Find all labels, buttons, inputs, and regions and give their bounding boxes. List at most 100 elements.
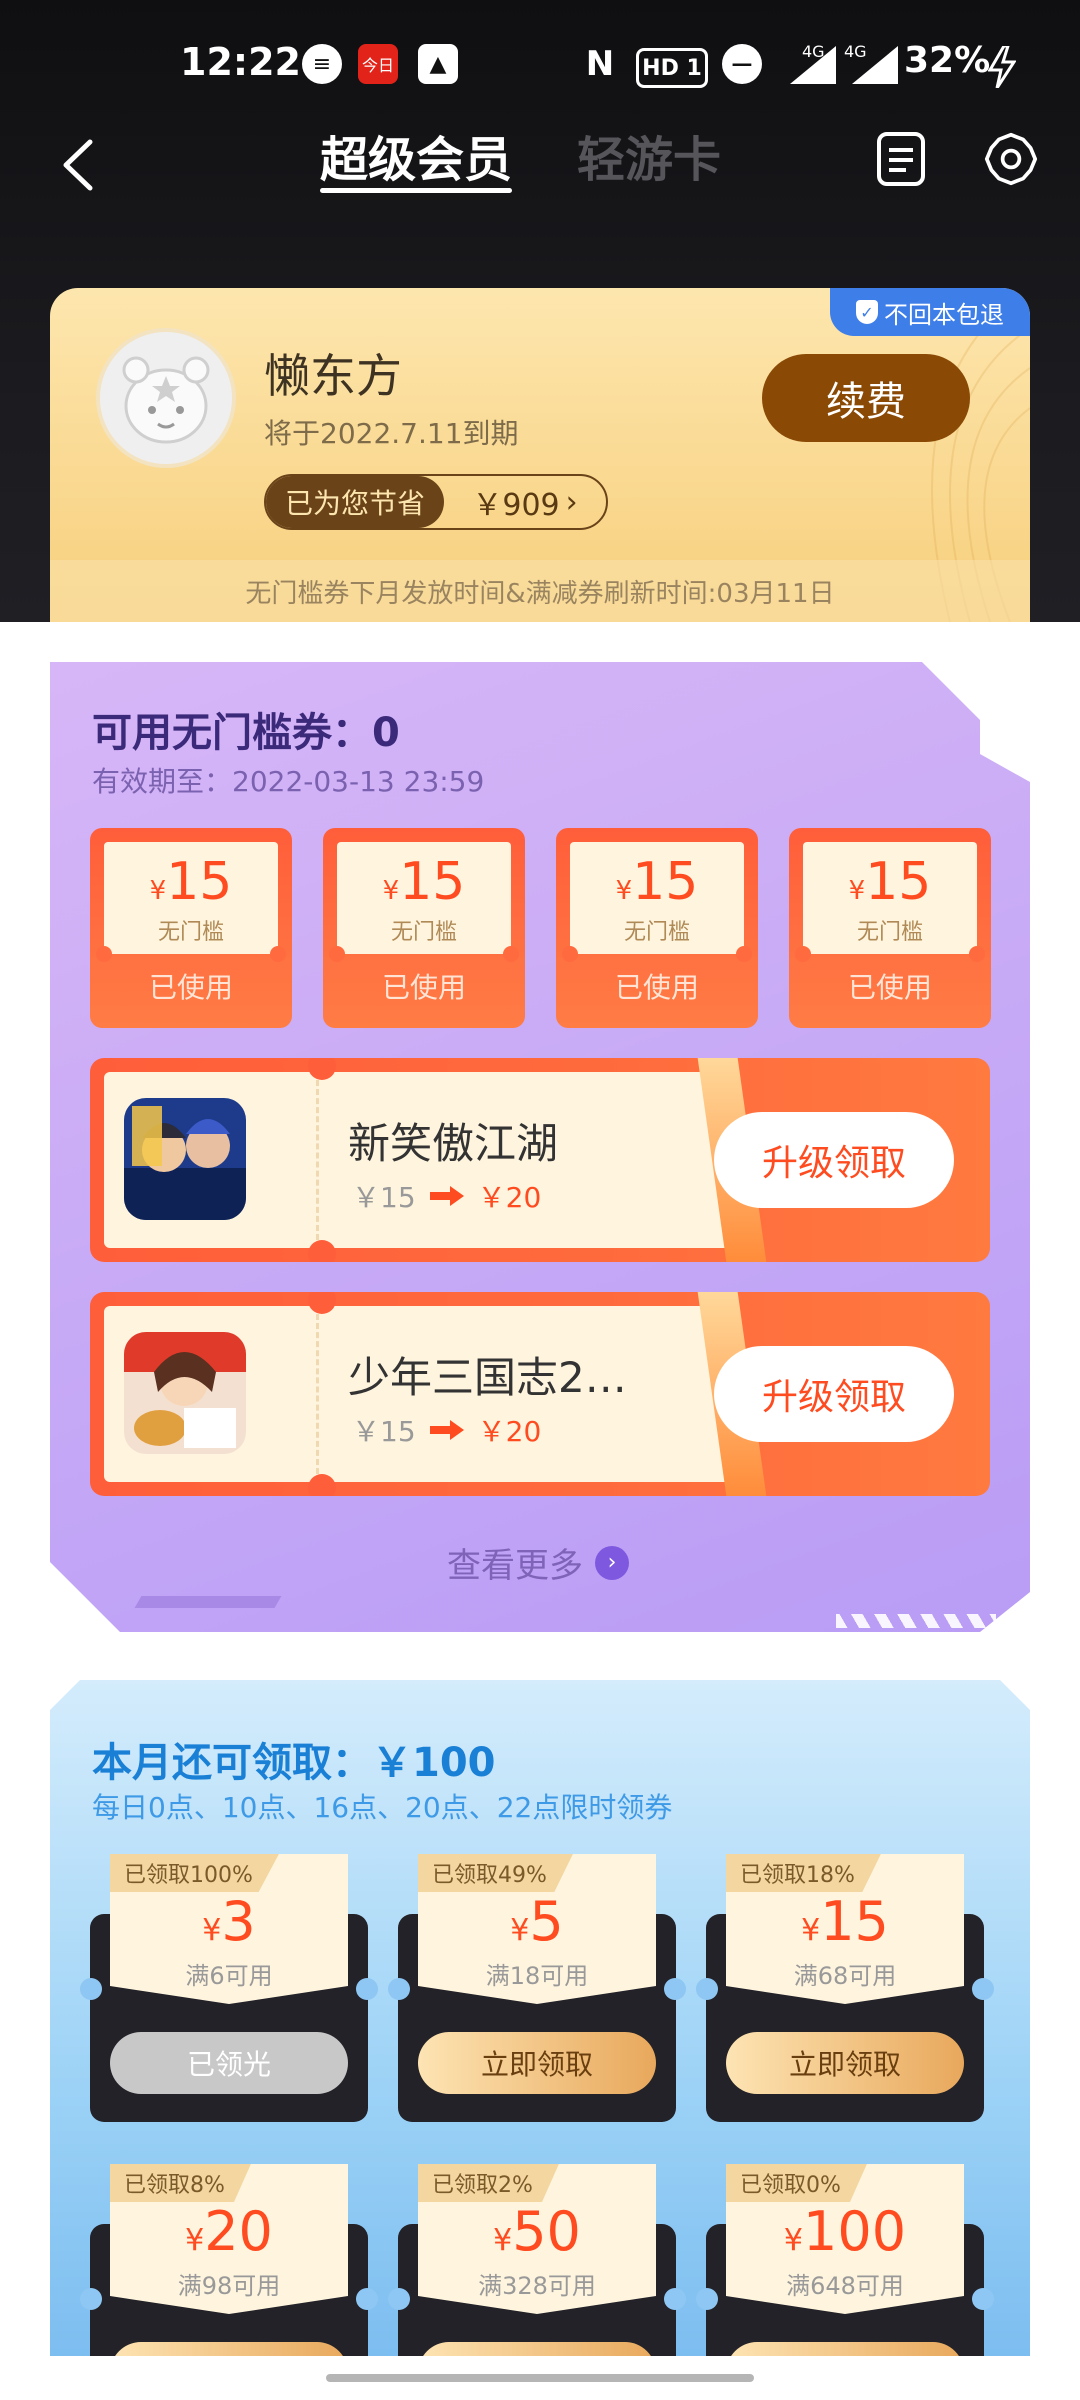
upgrade-claim-button[interactable]: 升级领取 [714, 1346, 954, 1442]
currency-symbol: ¥ [202, 1913, 222, 1948]
avatar-mascot-icon [100, 332, 232, 464]
coupon-status: 已使用 [614, 971, 699, 1004]
coupon-amount: 15 [632, 852, 699, 912]
claim-now-button[interactable]: 立即领取 [418, 2032, 656, 2094]
battery-percentage: 32% [904, 40, 991, 81]
tab-light-game-card[interactable]: 轻游卡 [577, 120, 721, 190]
claim-now-button[interactable]: 立即领取 [726, 2032, 964, 2094]
claimed-percentage-tag: 已领取100% [110, 1854, 279, 1892]
refund-guarantee-badge: ✓ 不回本包退 [830, 288, 1030, 336]
game-icon-sanguo[interactable] [124, 1332, 246, 1454]
coupon-amount: 15 [166, 852, 233, 912]
currency-symbol: ¥ [848, 876, 866, 906]
claimed-percentage-tag: 已领取49% [418, 1854, 573, 1892]
coupon-notch [329, 946, 345, 962]
view-more-label: 查看更多 [447, 1546, 583, 1586]
no-threshold-coupon: ¥15 无门槛 已使用 [90, 828, 292, 1028]
coupon-type-label: 无门槛 [856, 920, 923, 945]
coupon-notch [795, 946, 811, 962]
tab-super-member[interactable]: 超级会员 [320, 120, 512, 190]
coupon-type-label: 无门槛 [157, 920, 224, 945]
coupon-status: 已使用 [847, 971, 932, 1004]
charging-icon [988, 46, 1016, 88]
old-price: ￥15 [352, 1181, 416, 1214]
gesture-navigation-bar[interactable] [326, 2374, 754, 2382]
monthly-schedule-note: 每日0点、10点、16点、20点、22点限时领券 [92, 1791, 673, 1824]
currency-symbol: ¥ [185, 2223, 205, 2258]
badge-text: 不回本包退 [884, 300, 1004, 329]
coupon-status: 已使用 [148, 971, 233, 1004]
currency-symbol: ¥ [615, 876, 633, 906]
refresh-note: 无门槛券下月发放时间&满减券刷新时间:03月11日 [50, 560, 1030, 622]
member-card: ✓ 不回本包退 懒东方 将于2022.7.11到期 已为您节省 ￥909 › 续… [50, 288, 1030, 622]
monthly-remaining-title: 本月还可领取：￥100 [92, 1740, 496, 1786]
panel-decoration-stripes [836, 1614, 996, 1628]
coupon-amount: 15 [865, 852, 932, 912]
coupon-amount: 100 [803, 2200, 907, 2263]
validity-date: 有效期至：2022-03-13 23:59 [92, 765, 485, 798]
chevron-right-icon: › [565, 484, 578, 520]
savings-label: 已为您节省 [266, 476, 444, 528]
currency-symbol: ¥ [149, 876, 167, 906]
currency-symbol: ¥ [783, 2223, 803, 2258]
coupon-condition: 满648可用 [786, 2272, 904, 2300]
game-upgrade-card: 少年三国志2-... ￥15 ￥20 升级领取 [90, 1292, 990, 1496]
panel-decoration [134, 1596, 282, 1608]
new-price: ￥20 [477, 1415, 542, 1448]
shield-check-icon: ✓ [856, 300, 878, 324]
gallery-icon: ▲ [418, 44, 458, 84]
coupon-amount: 3 [221, 1890, 256, 1953]
member-name: 懒东方 [264, 349, 402, 403]
nfc-icon: N [585, 44, 615, 84]
coupon-condition: 满68可用 [793, 1962, 897, 1990]
arrow-right-icon [429, 1186, 464, 1206]
discount-coupon: 已领取18% ¥15 满68可用 立即领取 [696, 1854, 994, 2122]
coupon-notch [736, 946, 752, 962]
claimed-percentage-tag: 已领取0% [726, 2164, 867, 2202]
available-coupon-title: 可用无门槛券：0 [92, 710, 400, 756]
sold-out-button[interactable]: 已领光 [110, 2032, 348, 2094]
currency-symbol: ¥ [801, 1913, 821, 1948]
do-not-disturb-icon: − [722, 44, 762, 84]
message-icon: ≡ [302, 44, 342, 84]
renew-button[interactable]: 续费 [762, 354, 970, 442]
currency-symbol: ¥ [382, 876, 400, 906]
chevron-right-circle-icon: › [595, 1545, 629, 1580]
coupon-amount: 50 [512, 2200, 581, 2263]
back-icon[interactable] [58, 138, 98, 192]
coupon-amount: 15 [399, 852, 466, 912]
no-threshold-coupon: ¥15 无门槛 已使用 [789, 828, 991, 1028]
coupon-notch [562, 946, 578, 962]
savings-value: ￥909 [472, 488, 560, 523]
claimed-percentage-tag: 已领取2% [418, 2164, 559, 2202]
status-time: 12:22 [180, 40, 301, 84]
savings-value-wrap: ￥909 › [444, 476, 606, 528]
document-icon[interactable] [874, 130, 928, 188]
avatar[interactable] [96, 328, 236, 468]
savings-pill[interactable]: 已为您节省 ￥909 › [264, 474, 608, 530]
coupon-notch [96, 946, 112, 962]
coupon-condition: 满328可用 [478, 2272, 596, 2300]
settings-gear-icon[interactable] [984, 130, 1038, 188]
coupon-amount: 15 [820, 1890, 889, 1953]
signal-label-1: 4G [802, 42, 825, 61]
arrow-right-icon [429, 1420, 464, 1440]
game-name: 新笑傲江湖 [348, 1119, 559, 1168]
coupon-amount: 20 [204, 2200, 273, 2263]
game-name: 少年三国志2-... [348, 1353, 628, 1402]
currency-symbol: ¥ [510, 1913, 530, 1948]
game-icon-douluo[interactable] [124, 1098, 246, 1220]
upgrade-claim-button[interactable]: 升级领取 [714, 1112, 954, 1208]
coupon-type-label: 无门槛 [390, 920, 457, 945]
claimed-percentage-tag: 已领取8% [110, 2164, 251, 2202]
coupon-condition: 满98可用 [177, 2272, 281, 2300]
signal-label-2: 4G [844, 42, 867, 61]
coupon-type-label: 无门槛 [623, 920, 690, 945]
game-upgrade-card: 新笑傲江湖 ￥15 ￥20 升级领取 [90, 1058, 990, 1262]
coupon-notch [503, 946, 519, 962]
member-expire-date: 将于2022.7.11到期 [264, 417, 519, 450]
view-more-link[interactable]: 查看更多 › [447, 1538, 629, 1587]
toutiao-app-icon: 今日 [358, 44, 398, 84]
status-bar: 12:22 ≡ 今日 ▲ N HD 1 − 4G 4G 32% [0, 0, 1080, 104]
discount-coupon: 已领取49% ¥5 满18可用 立即领取 [388, 1854, 686, 2122]
